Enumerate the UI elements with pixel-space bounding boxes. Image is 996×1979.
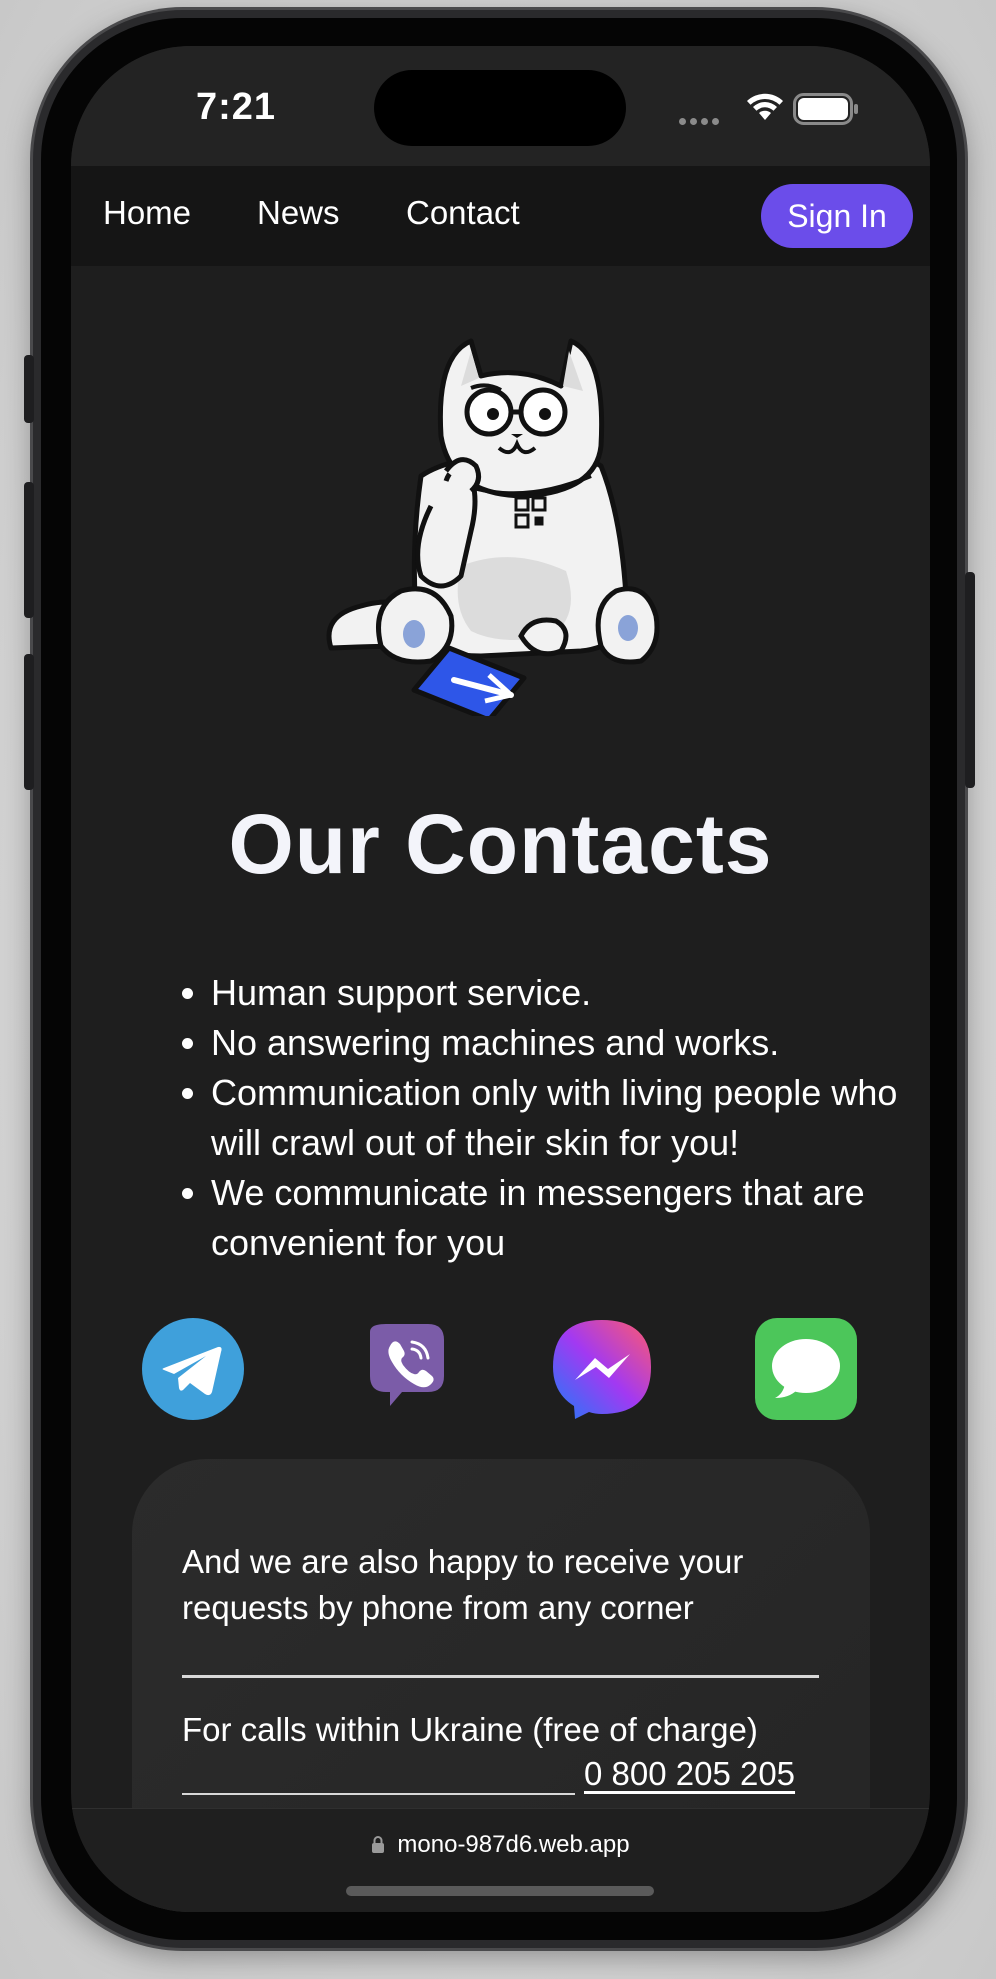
sign-in-button[interactable]: Sign In (761, 184, 913, 248)
dotted-leader (182, 1793, 575, 1795)
status-time: 7:21 (196, 86, 277, 128)
url-display: mono-987d6.web.app (71, 1831, 930, 1859)
status-icons (679, 90, 879, 130)
battery-icon (793, 93, 858, 125)
phone-number-link[interactable]: 0 800 205 205 (584, 1751, 795, 1797)
volume-up-button (24, 482, 34, 618)
features-list: Human support service. No answering mach… (171, 968, 930, 1268)
url-text: mono-987d6.web.app (397, 1831, 630, 1858)
power-button (965, 572, 975, 788)
page-title: Our Contacts (228, 797, 773, 891)
messenger-icon[interactable] (551, 1318, 653, 1420)
cat-mascot-illustration (326, 338, 660, 716)
nav-contact[interactable]: Contact (406, 194, 520, 232)
dynamic-island (374, 70, 626, 146)
browser-url-bar[interactable]: mono-987d6.web.app (71, 1808, 930, 1912)
card-description: And we are also happy to receive your re… (182, 1543, 744, 1626)
mute-switch (24, 355, 34, 423)
signal-icon (679, 112, 723, 130)
wifi-icon (747, 93, 783, 120)
messenger-links (71, 1318, 930, 1422)
nav-news[interactable]: News (257, 194, 340, 232)
lock-icon (372, 1836, 385, 1853)
status-bar: 7:21 (71, 46, 930, 166)
imessage-icon[interactable] (755, 1318, 857, 1420)
screen: 7:21 Home News Contact Sign In Our Conta… (71, 46, 930, 1912)
list-item: No answering machines and works. (211, 1018, 930, 1068)
calls-label: For calls within Ukraine (free of charge… (182, 1711, 758, 1748)
list-item: Human support service. (211, 968, 930, 1018)
telegram-icon[interactable] (142, 1318, 244, 1420)
viber-icon[interactable] (356, 1318, 458, 1420)
list-item: We communicate in messengers that are co… (211, 1168, 930, 1268)
list-item: Communication only with living people wh… (211, 1068, 930, 1168)
card-divider (182, 1675, 819, 1678)
home-indicator[interactable] (346, 1886, 654, 1896)
volume-down-button (24, 654, 34, 790)
nav-home[interactable]: Home (103, 194, 191, 232)
